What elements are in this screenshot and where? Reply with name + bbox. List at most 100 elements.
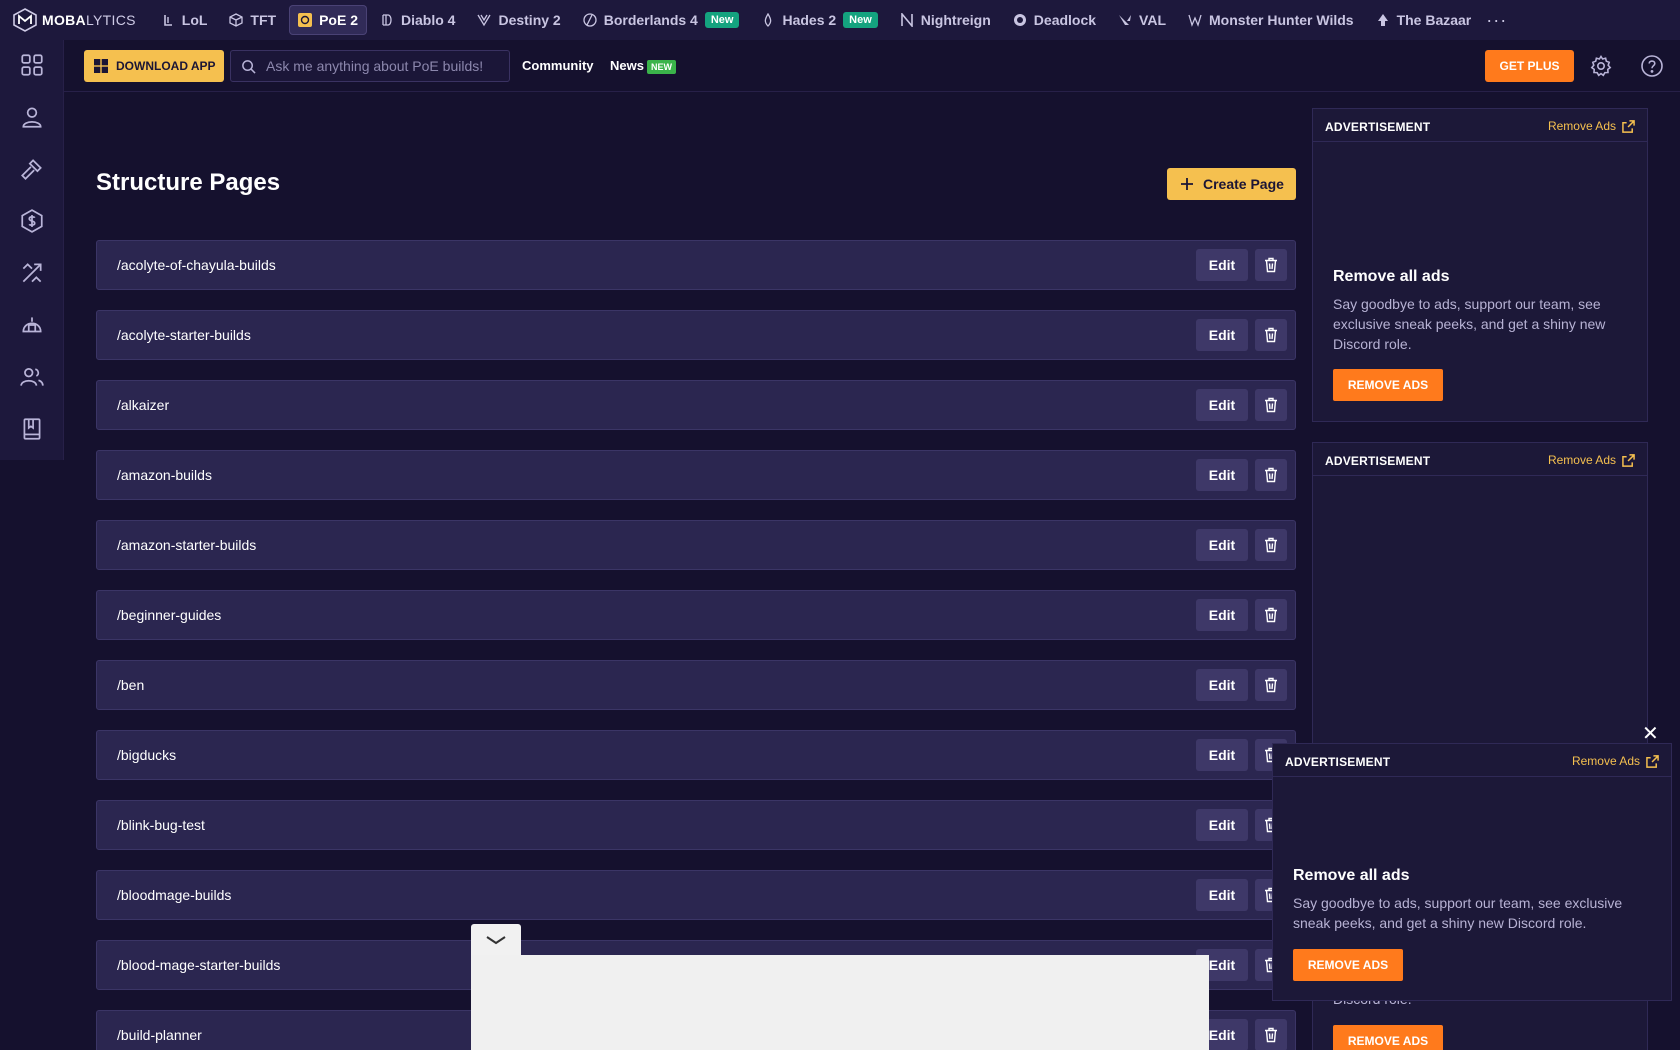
profile-icon[interactable] — [19, 104, 45, 130]
trash-icon — [1265, 607, 1277, 623]
builds-hammer-icon[interactable] — [19, 156, 45, 182]
game-tab-poe-2[interactable]: PoE 2 — [289, 5, 367, 35]
valorant-icon — [1119, 15, 1132, 25]
page-title: Structure Pages — [96, 169, 281, 196]
guides-book-icon[interactable] — [19, 416, 45, 442]
floating-ad-panel: ADVERTISEMENT Remove Ads Remove all ads … — [1272, 743, 1672, 1001]
delete-button[interactable] — [1255, 389, 1287, 421]
game-tab-label: TFT — [250, 12, 277, 28]
structure-page-row: /bigducks Edit — [96, 730, 1296, 780]
ad-header: ADVERTISEMENT Remove Ads — [1273, 744, 1671, 777]
diablo-icon — [382, 14, 392, 26]
structure-pages-list: /acolyte-of-chayula-builds Edit/acolyte-s… — [96, 240, 1296, 1050]
advertisement-label: ADVERTISEMENT — [1325, 454, 1431, 468]
edit-button[interactable]: Edit — [1196, 599, 1248, 631]
mobalytics-logo[interactable]: MOBALYTICS — [12, 7, 136, 33]
game-tab-nightreign[interactable]: Nightreign — [891, 5, 1000, 35]
page-path: /bloodmage-builds — [117, 887, 232, 903]
edit-button[interactable]: Edit — [1196, 669, 1248, 701]
search-input[interactable] — [266, 58, 496, 74]
collapse-banner-tab[interactable] — [471, 924, 521, 956]
games-list: LoL TFT PoE 2 Diablo 4 Destiny 2 Borderlands … — [152, 5, 1481, 35]
more-games-icon[interactable]: ··· — [1486, 10, 1507, 31]
delete-button[interactable] — [1255, 529, 1287, 561]
news-new-badge: NEW — [646, 60, 676, 74]
delete-button[interactable] — [1255, 1019, 1287, 1050]
community-users-icon[interactable] — [19, 364, 45, 390]
structure-page-row: /acolyte-of-chayula-builds Edit — [96, 240, 1296, 290]
remove-ads-link[interactable]: Remove Ads — [1548, 119, 1635, 133]
game-tab-the-bazaar[interactable]: The Bazaar — [1367, 5, 1481, 35]
game-tab-label: Hades 2 — [782, 12, 837, 28]
poe2-icon — [298, 13, 313, 27]
remove-ads-button[interactable]: REMOVE ADS — [1333, 1025, 1443, 1050]
destiny-icon — [477, 14, 492, 27]
edit-button[interactable]: Edit — [1196, 809, 1248, 841]
download-app-button[interactable]: DOWNLOAD APP — [84, 50, 224, 82]
windows-icon — [94, 59, 108, 73]
remove-ads-link-label: Remove Ads — [1571, 754, 1640, 768]
help-icon[interactable] — [1640, 54, 1664, 78]
trash-icon — [1265, 257, 1277, 273]
trash-icon — [1265, 467, 1277, 483]
game-tab-tft[interactable]: TFT — [220, 5, 285, 35]
game-tab-label: Destiny 2 — [498, 12, 561, 28]
get-plus-button[interactable]: GET PLUS — [1485, 50, 1574, 82]
remove-ads-button[interactable]: REMOVE ADS — [1293, 949, 1403, 981]
settings-gear-icon[interactable] — [1589, 54, 1613, 78]
edit-button[interactable]: Edit — [1196, 459, 1248, 491]
bottom-banner-ad — [471, 955, 1209, 1050]
game-tab-label: Deadlock — [1033, 12, 1097, 28]
trash-icon — [1265, 677, 1277, 693]
remove-ads-link[interactable]: Remove Ads — [1548, 453, 1635, 467]
game-tab-monster-hunter-wilds[interactable]: Monster Hunter Wilds — [1179, 5, 1363, 35]
page-path: /acolyte-starter-builds — [117, 327, 251, 343]
search-box[interactable] — [230, 50, 510, 82]
edit-button[interactable]: Edit — [1196, 529, 1248, 561]
game-tab-val[interactable]: VAL — [1109, 5, 1175, 35]
delete-button[interactable] — [1255, 669, 1287, 701]
game-tab-label: The Bazaar — [1396, 12, 1472, 28]
skill-tree-icon[interactable] — [19, 260, 45, 286]
edit-button[interactable]: Edit — [1196, 319, 1248, 351]
game-tab-hades-2[interactable]: Hades 2 New — [752, 5, 886, 35]
helmet-icon[interactable] — [19, 312, 45, 338]
edit-button[interactable]: Edit — [1196, 739, 1248, 771]
game-tab-label: Diablo 4 — [400, 12, 456, 28]
external-link-icon — [1646, 754, 1659, 768]
game-tab-label: PoE 2 — [319, 12, 358, 28]
trash-icon — [1265, 1027, 1277, 1043]
left-sidebar — [0, 40, 64, 460]
ad-panel-top: ADVERTISEMENT Remove Ads Remove all ads … — [1312, 108, 1648, 422]
page-path: /bigducks — [117, 747, 177, 763]
game-tab-label: Borderlands 4 — [603, 12, 698, 28]
delete-button[interactable] — [1255, 319, 1287, 351]
logo-text: MOBALYTICS — [42, 12, 136, 28]
game-tab-label: Monster Hunter Wilds — [1209, 12, 1354, 28]
game-tab-borderlands-4[interactable]: Borderlands 4 New — [574, 5, 749, 35]
create-page-button[interactable]: Create Page — [1167, 168, 1296, 200]
ad-description: Say goodbye to ads, support our team, se… — [1333, 296, 1606, 352]
game-tab-diablo-4[interactable]: Diablo 4 — [371, 5, 464, 35]
game-tab-deadlock[interactable]: Deadlock — [1004, 5, 1105, 35]
apps-grid-icon[interactable] — [19, 52, 45, 78]
community-link[interactable]: Community — [522, 58, 594, 73]
currency-icon[interactable] — [19, 208, 45, 234]
game-tab-label: Nightreign — [920, 12, 991, 28]
delete-button[interactable] — [1255, 599, 1287, 631]
game-tab-lol[interactable]: LoL — [152, 5, 217, 35]
tft-icon — [229, 13, 244, 27]
delete-button[interactable] — [1255, 249, 1287, 281]
trash-icon — [1265, 537, 1277, 553]
delete-button[interactable] — [1255, 459, 1287, 491]
advertisement-label: ADVERTISEMENT — [1285, 755, 1391, 769]
structure-page-row: /blink-bug-test Edit — [96, 800, 1296, 850]
edit-button[interactable]: Edit — [1196, 879, 1248, 911]
structure-page-row: /bloodmage-builds Edit — [96, 870, 1296, 920]
edit-button[interactable]: Edit — [1196, 249, 1248, 281]
remove-ads-button[interactable]: REMOVE ADS — [1333, 369, 1443, 401]
game-tab-destiny-2[interactable]: Destiny 2 — [468, 5, 569, 35]
news-link[interactable]: News NEW — [610, 58, 676, 74]
edit-button[interactable]: Edit — [1196, 389, 1248, 421]
remove-ads-link[interactable]: Remove Ads — [1572, 754, 1659, 768]
